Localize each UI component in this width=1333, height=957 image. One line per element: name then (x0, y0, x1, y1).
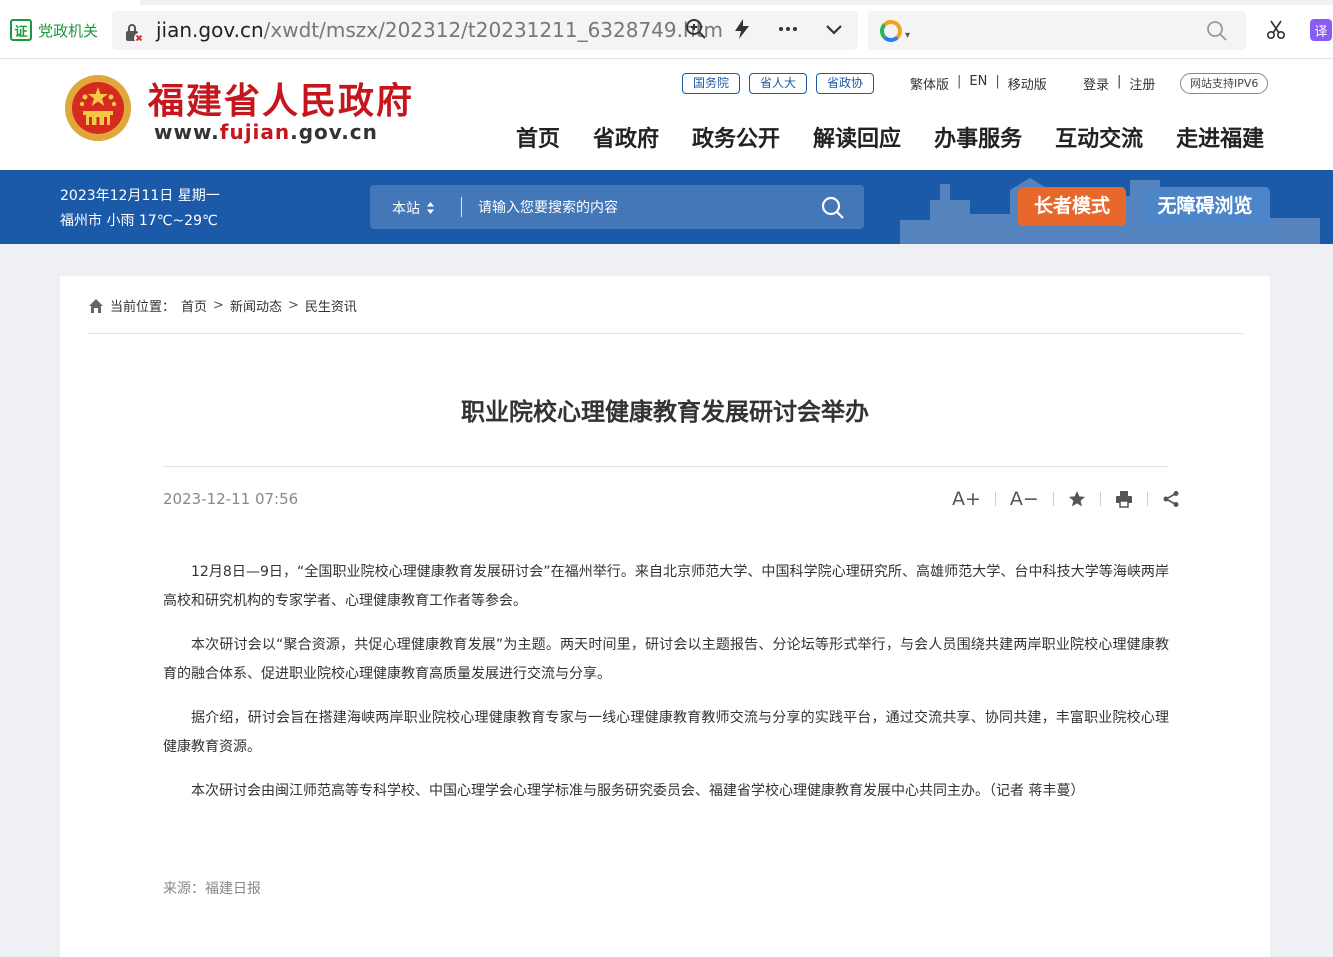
national-emblem-icon[interactable] (63, 73, 133, 147)
more-icon[interactable] (776, 17, 800, 41)
star-icon[interactable] (1068, 487, 1086, 511)
divider (461, 197, 462, 217)
divider (163, 466, 1168, 467)
article-body: 12月8日—9日，“全国职业院校心理健康教育发展研讨会”在福州举行。来自北京师范… (163, 558, 1169, 821)
article-paragraph: 本次研讨会以“聚合资源，共促心理健康教育发展”为主题。两天时间里，研讨会以主题报… (163, 637, 1169, 682)
account-links: 登录 | 注册 (1083, 74, 1155, 93)
url-path: /xwdt/mszx/202312/t20231211_6328749.htm (263, 18, 723, 42)
article-title: 职业院校心理健康教育发展研讨会举办 (461, 398, 869, 426)
translate-icon[interactable]: 译 (1310, 19, 1332, 41)
register-link[interactable]: 注册 (1129, 74, 1155, 93)
security-cert-badge[interactable]: 证 党政机关 (10, 17, 98, 43)
divider (1146, 492, 1148, 506)
english-link[interactable]: EN (969, 74, 987, 93)
gov-link-provincial-congress[interactable]: 省人大 (749, 73, 808, 94)
nav-provincial-government[interactable]: 省政府 (593, 121, 659, 153)
site-domain: www.fujian.gov.cn (154, 120, 378, 144)
site-search-input[interactable] (478, 197, 798, 219)
tab-strip-edge (140, 0, 1333, 5)
breadcrumb-prefix: 当前位置： (110, 300, 176, 315)
breadcrumb-news[interactable]: 新闻动态 (230, 296, 282, 315)
address-bar-actions (684, 17, 846, 41)
divider (1052, 492, 1054, 506)
article-paragraph: 12月8日—9日，“全国职业院校心理健康教育发展研讨会”在福州举行。来自北京师范… (163, 564, 1169, 609)
nav-about-fujian[interactable]: 走进福建 (1176, 121, 1264, 153)
search-scope-select[interactable]: 本站 (392, 198, 435, 218)
print-icon[interactable] (1115, 487, 1133, 511)
search-icon[interactable] (820, 195, 846, 221)
font-increase-button[interactable]: A+ (952, 487, 981, 511)
divider: | (957, 74, 962, 89)
publish-time: 2023-12-11 07:56 (163, 490, 299, 508)
nav-services[interactable]: 办事服务 (934, 121, 1022, 153)
divider (1099, 492, 1101, 506)
main-nav: 首页 省政府 政务公开 解读回应 办事服务 互动交流 走进福建 (516, 121, 1264, 153)
divider: | (1117, 74, 1122, 89)
cert-label: 党政机关 (38, 21, 99, 40)
nav-home[interactable]: 首页 (516, 121, 560, 153)
breadcrumb-livelihood[interactable]: 民生资讯 (305, 296, 357, 315)
login-link[interactable]: 登录 (1083, 74, 1109, 93)
gov-link-provincial-cppcc[interactable]: 省政协 (816, 73, 875, 94)
breadcrumb: 当前位置： 首页 > 新闻动态 > 民生资讯 (88, 296, 357, 315)
domain-accent: fujian (219, 120, 291, 144)
site-name[interactable]: 福建省人民政府 (148, 72, 414, 124)
nav-interpretation[interactable]: 解读回应 (813, 121, 901, 153)
divider: | (995, 74, 1000, 89)
browser-search-box[interactable] (868, 11, 1246, 50)
article-tools: A+ A− (952, 487, 1180, 511)
breadcrumb-separator: > (287, 298, 299, 313)
util-links: 繁体版 | EN | 移动版 (910, 74, 1047, 93)
url-host: jian.gov.cn (156, 18, 264, 42)
article-source: 来源：福建日报 (163, 881, 261, 897)
share-icon[interactable] (1162, 487, 1180, 511)
search-icon[interactable] (1206, 20, 1228, 42)
nav-government-affairs[interactable]: 政务公开 (692, 121, 780, 153)
traditional-chinese-link[interactable]: 繁体版 (910, 74, 949, 93)
weather-info: 福州市 小雨 17℃~29℃ (60, 213, 218, 229)
breadcrumb-separator: > (213, 298, 224, 313)
url-text[interactable]: jian.gov.cn/xwdt/mszx/202312/t20231211_6… (156, 18, 723, 42)
insecure-lock-icon[interactable] (123, 22, 145, 44)
chevron-down-icon[interactable] (822, 17, 846, 41)
mobile-link[interactable]: 移动版 (1008, 74, 1047, 93)
sort-arrows-icon (427, 202, 434, 214)
article-paragraph: 据介绍，研讨会旨在搭建海峡两岸职业院校心理健康教育专家与一线心理健康教育教师交流… (163, 710, 1169, 755)
current-date: 2023年12月11日 星期一 (60, 188, 220, 204)
divider (994, 492, 996, 506)
lightning-icon[interactable] (730, 17, 754, 41)
domain-suffix: .gov.cn (290, 120, 378, 144)
search-engine-caret-icon[interactable]: ▾ (905, 30, 910, 41)
breadcrumb-home[interactable]: 首页 (181, 296, 207, 315)
domain-prefix: www. (154, 120, 220, 144)
article-paragraph: 本次研讨会由闽江师范高等专科学校、中国心理学会心理学标准与服务研究委员会、福建省… (191, 783, 1085, 799)
divider (88, 333, 1243, 334)
nav-interaction[interactable]: 互动交流 (1055, 121, 1143, 153)
search-engine-icon[interactable] (880, 20, 902, 42)
gov-links: 国务院 省人大 省政协 (682, 73, 875, 94)
zoom-icon[interactable] (684, 17, 708, 41)
certificate-icon: 证 (10, 19, 32, 41)
search-scope-label: 本站 (392, 201, 420, 217)
home-icon (89, 298, 103, 313)
elder-mode-button[interactable]: 长者模式 (1018, 187, 1126, 226)
accessible-browsing-button[interactable]: 无障碍浏览 (1140, 187, 1270, 226)
font-decrease-button[interactable]: A− (1010, 487, 1039, 511)
ipv6-badge: 网站支持IPV6 (1180, 73, 1269, 94)
gov-link-state-council[interactable]: 国务院 (682, 73, 741, 94)
scissors-icon[interactable] (1265, 19, 1287, 41)
